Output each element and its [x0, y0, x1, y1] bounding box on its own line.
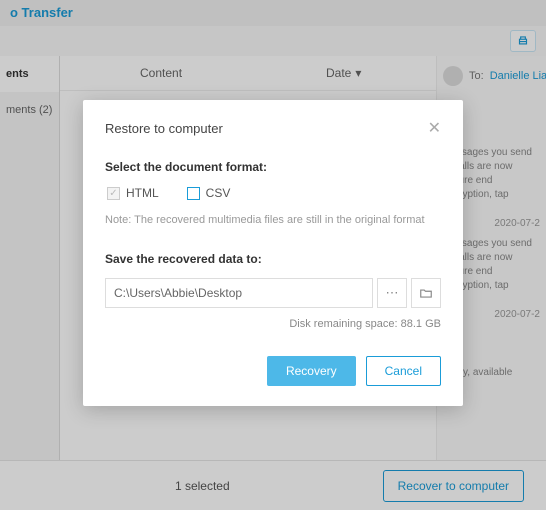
disk-space: Disk remaining space: 88.1 GB: [105, 318, 441, 330]
format-note: Note: The recovered multimedia files are…: [105, 214, 441, 226]
format-csv-checkbox[interactable]: CSV: [187, 186, 231, 200]
more-options-button[interactable]: ⋯: [377, 278, 407, 308]
browse-folder-button[interactable]: [411, 278, 441, 308]
close-icon[interactable]: ✕: [428, 118, 441, 138]
save-path-input[interactable]: [105, 278, 373, 308]
checkbox-icon: [187, 187, 200, 200]
recovery-button[interactable]: Recovery: [267, 356, 356, 386]
format-html-checkbox[interactable]: ✓ HTML: [107, 186, 159, 200]
modal-overlay: Restore to computer ✕ Select the documen…: [0, 0, 546, 510]
restore-dialog: Restore to computer ✕ Select the documen…: [83, 100, 463, 406]
cancel-button[interactable]: Cancel: [366, 356, 441, 386]
dialog-title: Restore to computer: [105, 121, 223, 136]
folder-icon: [419, 286, 433, 300]
save-label: Save the recovered data to:: [105, 252, 441, 266]
checkbox-icon: ✓: [107, 187, 120, 200]
ellipsis-icon: ⋯: [386, 285, 399, 301]
format-label: Select the document format:: [105, 160, 441, 174]
